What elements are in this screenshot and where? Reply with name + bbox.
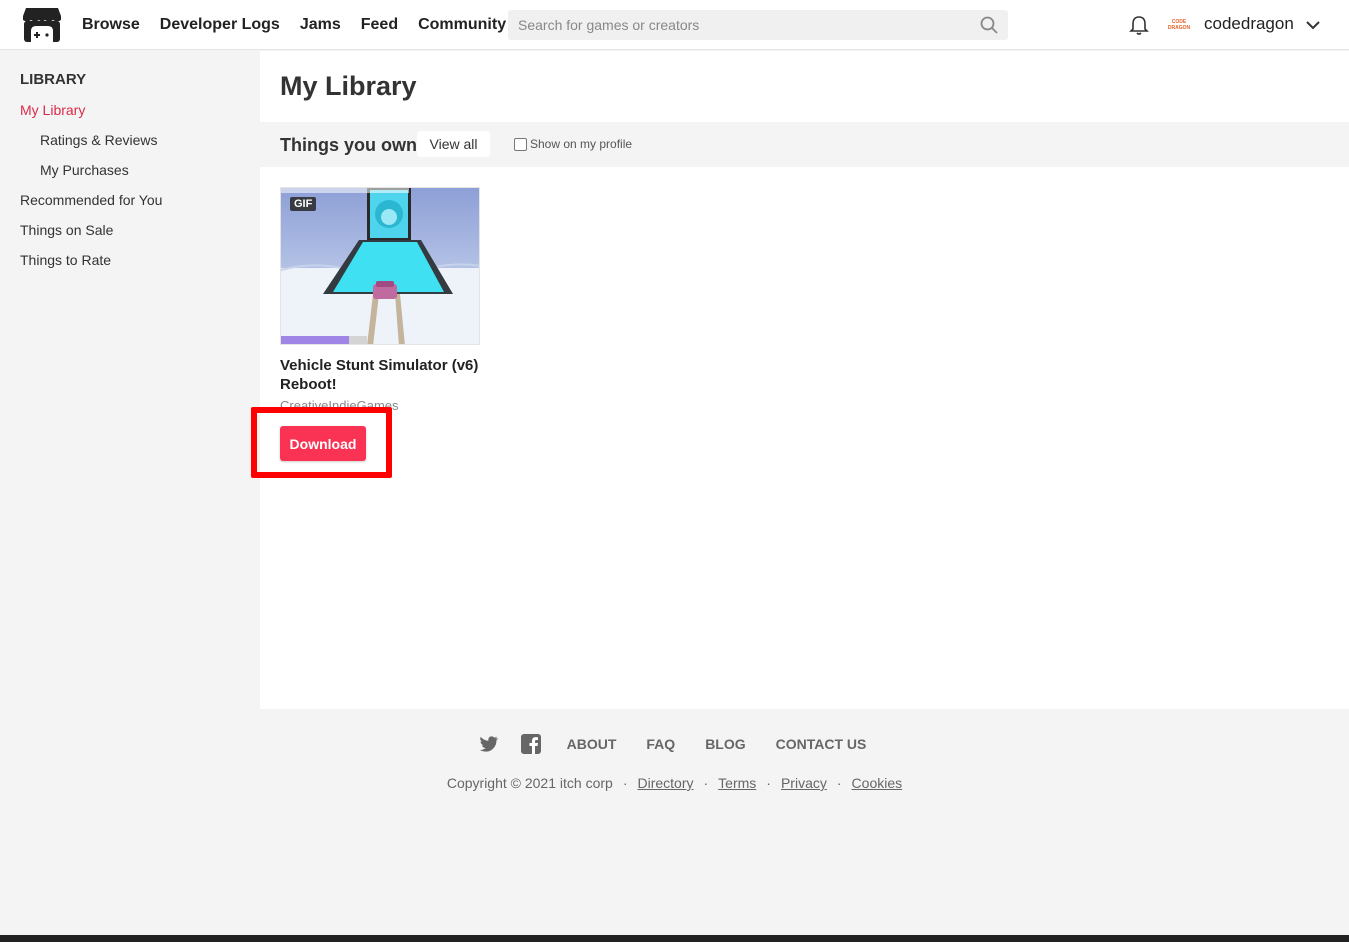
show-on-profile-toggle[interactable]: Show on my profile [514,137,632,151]
itchio-logo-icon[interactable] [22,6,62,44]
footer-link-about[interactable]: ABOUT [567,736,617,752]
nav-feed[interactable]: Feed [361,16,398,34]
show-on-profile-checkbox[interactable] [514,137,527,151]
footer-link-privacy[interactable]: Privacy [781,775,827,791]
separator-dot: · [622,775,628,791]
footer-copyright-row: Copyright © 2021 itch corp · Directory ·… [0,775,1349,791]
search-icon[interactable] [980,16,998,34]
avatar-text-line-2: DRAGON [1167,25,1191,31]
library-sidebar: LIBRARY My Library Ratings & Reviews My … [0,51,260,709]
footer-link-cookies[interactable]: Cookies [852,775,903,791]
gif-badge: GIF [290,197,317,211]
sidebar-item-ratings-reviews[interactable]: Ratings & Reviews [40,132,158,148]
download-button[interactable]: Download [280,426,366,461]
username[interactable]: codedragon [1204,14,1294,34]
separator-dot: · [766,775,771,791]
search-input[interactable] [508,10,1008,40]
top-header: Browse Developer Logs Jams Feed Communit… [0,0,1349,50]
separator-dot: · [836,775,842,791]
section-title: Things you own [280,135,417,155]
sidebar-item-my-library[interactable]: My Library [20,102,85,118]
copyright-text: Copyright © 2021 itch corp [446,775,613,791]
view-all-button[interactable]: View all [417,131,490,157]
nav-community[interactable]: Community [418,16,506,34]
search-box [508,10,1008,40]
footer-link-faq[interactable]: FAQ [646,736,675,752]
game-thumbnail[interactable]: GIF [280,187,480,345]
footer-link-directory[interactable]: Directory [637,775,693,791]
game-author[interactable]: CreativeIndieGames [280,398,399,412]
nav-browse[interactable]: Browse [82,16,140,34]
footer-link-terms[interactable]: Terms [718,775,756,791]
footer-link-blog[interactable]: BLOG [705,736,745,752]
user-avatar[interactable]: CODE DRAGON [1166,14,1192,36]
game-screenshot-image [281,188,479,344]
sidebar-item-things-on-sale[interactable]: Things on Sale [20,222,113,238]
twitter-icon[interactable] [478,733,500,755]
main-content: My Library Things you own View all Show … [260,51,1349,709]
sidebar-item-things-to-rate[interactable]: Things to Rate [20,252,111,268]
game-title[interactable]: Vehicle Stunt Simulator (v6) Reboot! [280,356,485,394]
show-on-profile-label: Show on my profile [530,137,633,151]
main-nav: Browse Developer Logs Jams Feed Communit… [82,0,526,50]
separator-dot: · [703,775,709,791]
sidebar-item-my-purchases[interactable]: My Purchases [40,162,129,178]
facebook-icon[interactable] [520,733,542,755]
things-you-own-header: Things you own View all Show on my profi… [260,122,1349,167]
notification-bell-icon[interactable] [1128,14,1150,36]
footer-link-contact[interactable]: CONTACT US [776,736,867,752]
sidebar-item-recommended[interactable]: Recommended for You [20,192,162,208]
bottom-edge-bar [0,935,1349,942]
page-title: My Library [280,71,417,101]
sidebar-title: LIBRARY [20,71,87,88]
footer-links: ABOUT FAQ BLOG CONTACT US [0,730,1349,758]
nav-developer-logs[interactable]: Developer Logs [160,16,280,34]
chevron-down-icon[interactable] [1304,16,1322,34]
nav-jams[interactable]: Jams [300,16,341,34]
